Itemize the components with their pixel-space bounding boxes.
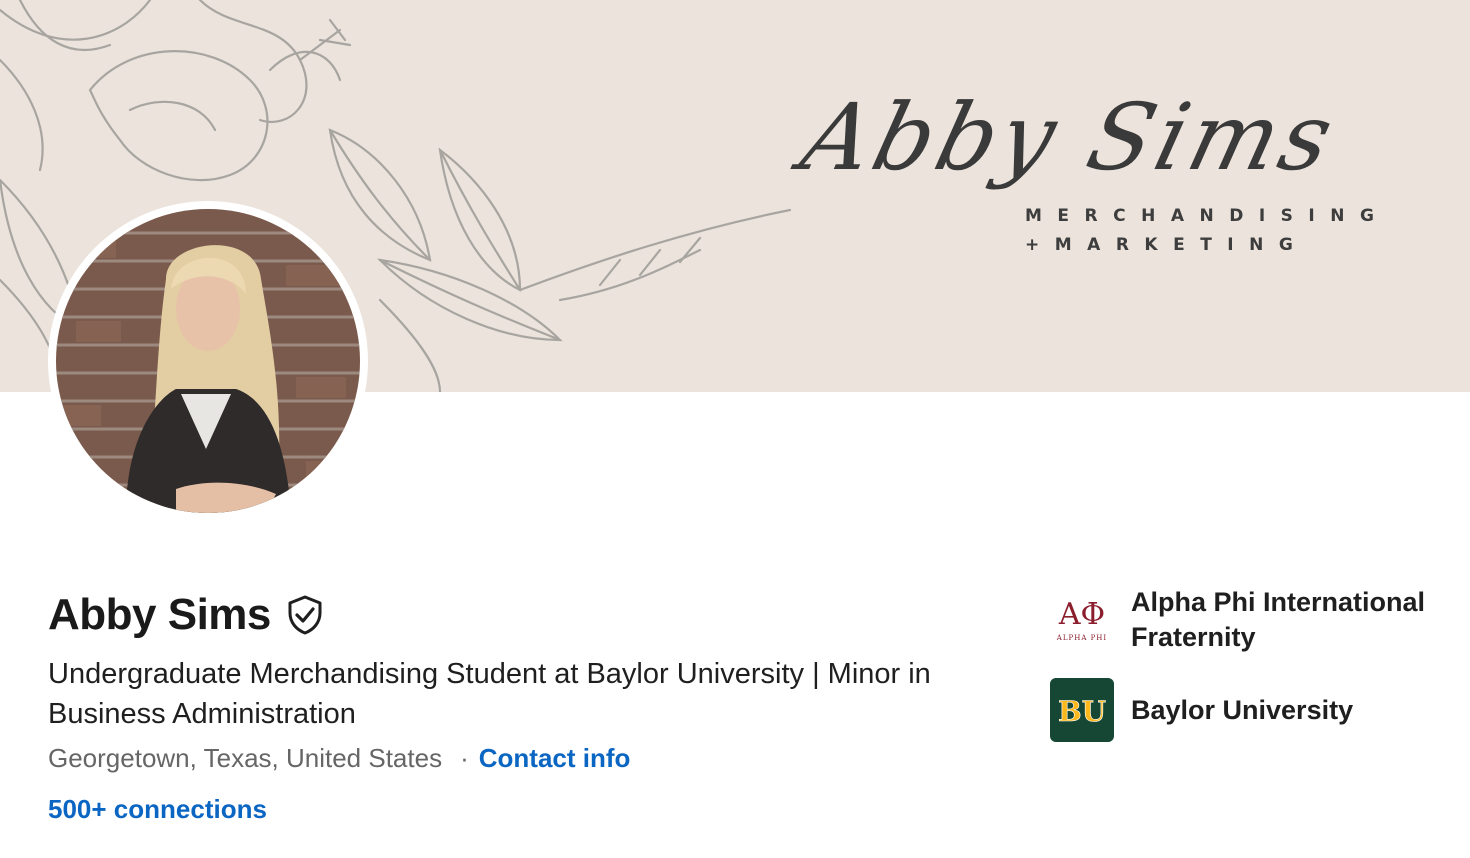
org-alpha-phi[interactable]: ΑΦ ALPHA PHI Alpha Phi International Fra…	[1050, 585, 1461, 655]
baylor-logo: BU	[1050, 678, 1114, 742]
org-baylor[interactable]: BU Baylor University	[1050, 678, 1461, 742]
banner-tagline-marketing: +MARKETING	[1025, 235, 1309, 255]
profile-card: Abby Sims MERCHANDISING +MARKETING Abby …	[0, 0, 1470, 858]
profile-headline: Undergraduate Merchandising Student at B…	[48, 658, 931, 730]
separator-dot: ·	[460, 743, 469, 773]
profile-location: Georgetown, Texas, United States	[48, 743, 443, 773]
alpha-phi-logo: ΑΦ ALPHA PHI	[1050, 588, 1114, 652]
location-row: Georgetown, Texas, United States · Conta…	[48, 740, 630, 776]
profile-photo[interactable]	[56, 209, 360, 513]
contact-info-link[interactable]: Contact info	[479, 740, 631, 776]
org-name-alpha-phi: Alpha Phi International Fraternity	[1131, 587, 1426, 652]
profile-name: Abby Sims	[48, 590, 271, 639]
name-row: Abby Sims	[48, 588, 325, 642]
baylor-logo-letters: BU	[1058, 695, 1106, 728]
banner-tagline-merchandising: MERCHANDISING	[1025, 206, 1390, 226]
profile-photo-image	[56, 209, 360, 513]
org-name-baylor: Baylor University	[1131, 694, 1354, 725]
alpha-phi-logo-letters: ΑΦ	[1058, 597, 1105, 632]
shield-check-icon[interactable]	[285, 595, 325, 635]
alpha-phi-logo-caption: ALPHA PHI	[1056, 634, 1107, 642]
connections-link[interactable]: 500+ connections	[48, 791, 267, 827]
banner-script-name: Abby Sims	[791, 84, 1347, 191]
profile-photo-frame[interactable]	[48, 201, 368, 521]
